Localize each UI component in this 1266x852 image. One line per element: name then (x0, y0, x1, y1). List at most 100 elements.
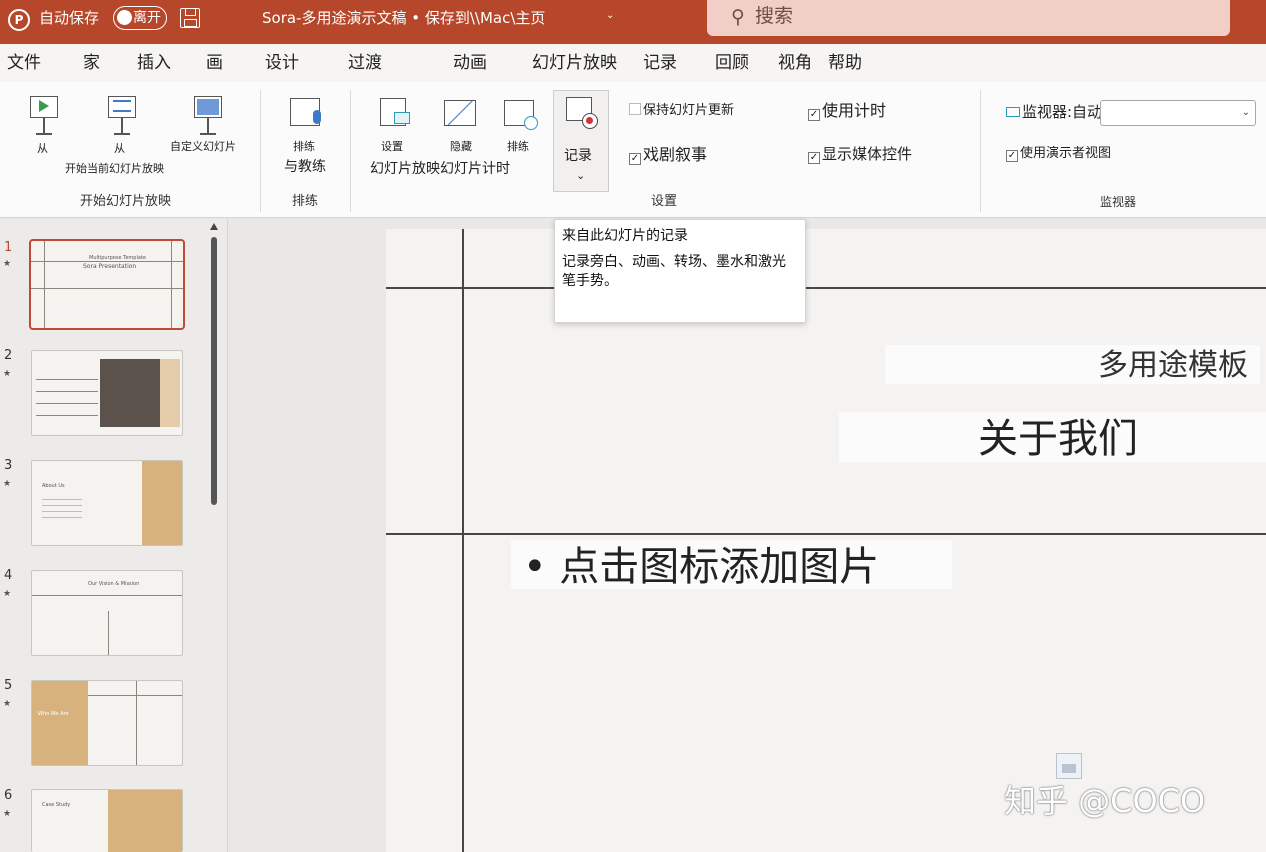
title-textbox[interactable]: 关于我们 (839, 412, 1266, 462)
slide-guide-line (462, 229, 464, 852)
clock-icon (524, 116, 538, 130)
slide-thumbnail-2[interactable] (31, 350, 183, 436)
slide-number: 4 (4, 568, 13, 583)
tab-file[interactable]: 文件 (7, 53, 41, 73)
thumb-line (36, 379, 98, 380)
search-box[interactable]: ⚲ 搜索 (707, 0, 1230, 36)
checkbox-unchecked-icon (629, 103, 641, 115)
thumb-image-block (108, 790, 182, 852)
monitor-select[interactable]: ⌄ (1100, 100, 1256, 126)
thumb-line (36, 403, 98, 404)
thumb-line (32, 595, 182, 596)
use-presenter-view-label: 使用演示者视图 (1020, 146, 1112, 161)
chevron-down-icon: ⌄ (1241, 107, 1250, 118)
slide-canvas[interactable]: 多用途模板 关于我们 • 点击图标添加图片 (386, 229, 1266, 852)
show-media-controls-label: 显示媒体控件 (822, 145, 913, 163)
keep-slides-updated-label: 保持幻灯片更新 (643, 103, 735, 118)
title-bar: P 自动保存 离开 Sora-多用途演示文稿 • 保存到\\Mac\主页 ⌄ ⚲… (0, 0, 1266, 44)
checkbox-checked-icon: ✓ (1006, 150, 1018, 162)
thumbnails-scrollbar[interactable] (209, 219, 219, 852)
set-up-slide-show-button[interactable]: 设置 (372, 94, 416, 164)
scroll-up-arrow-icon[interactable] (210, 223, 218, 230)
tab-slide-show[interactable]: 幻灯片放映 (532, 53, 617, 73)
tab-review[interactable]: 回顾 (715, 53, 749, 73)
powerpoint-logo-icon: P (8, 9, 30, 31)
with-coach-label: 与教练 (284, 159, 326, 175)
record-button[interactable]: 记录 ⌄ (553, 90, 609, 192)
content-textbox[interactable]: • 点击图标添加图片 (511, 540, 952, 590)
slide-thumbnail-6[interactable]: Case Study (31, 789, 183, 852)
tooltip-body: 记录旁白、动画、转场、墨水和激光笔手势。 (562, 254, 786, 289)
hide-label: 隐藏 (450, 140, 472, 153)
rehearse-timings-button[interactable]: 排练 (500, 94, 544, 164)
tab-animations[interactable]: 动画 (453, 53, 487, 73)
slide-thumbnail-5[interactable]: Who We Are (31, 680, 183, 766)
setup-group-label: 设置 (651, 194, 678, 209)
subtitle-textbox[interactable]: 多用途模板 (885, 345, 1260, 384)
toggle-knob (117, 10, 132, 25)
thumb-image-block (100, 359, 160, 427)
tab-draw[interactable]: 画 (206, 53, 223, 73)
tab-transitions[interactable]: 过渡 (348, 53, 382, 73)
thumb-line (36, 391, 98, 392)
thumb-line (42, 505, 82, 506)
thumb-text: About Us (42, 483, 65, 489)
monitor-icon (1006, 107, 1020, 117)
thumb-line (31, 288, 183, 289)
from-current-button[interactable]: 从 开始当前幻灯片放映 (62, 92, 182, 178)
keep-slides-updated-checkbox[interactable]: 保持幻灯片更新 (629, 102, 734, 120)
insert-picture-icon[interactable] (1056, 753, 1082, 779)
record-dot-icon (582, 113, 598, 129)
document-title: Sora-多用途演示文稿 • 保存到\\Mac\主页 (262, 9, 546, 27)
show-media-controls-checkbox[interactable]: ✓ 显示媒体控件 (808, 145, 912, 164)
tab-view[interactable]: 视角 (778, 53, 812, 73)
timings-label: 排练 (507, 140, 529, 153)
slide-thumbnails-panel: 1 ★ Multipurpose Template Sora Presentat… (0, 219, 228, 852)
scrollbar-thumb[interactable] (211, 237, 217, 505)
autosave-toggle[interactable]: 离开 (113, 6, 167, 30)
slide-thumbnail-3[interactable]: About Us (31, 460, 183, 546)
thumb-line (44, 241, 45, 328)
title-chevron-down-icon[interactable]: ⌄ (606, 10, 614, 21)
thumb-image-block (32, 681, 88, 765)
monitor-label: 监视器:自动 (1006, 103, 1102, 121)
star-icon: ★ (3, 259, 12, 269)
thumb-line (171, 241, 172, 328)
save-icon[interactable] (180, 8, 200, 28)
play-from-start-icon (26, 94, 62, 136)
slide-number: 2 (4, 348, 13, 363)
play-narrations-label: 戏剧叙事 (643, 145, 708, 164)
use-timings-checkbox[interactable]: ✓ 使用计时 (808, 102, 886, 121)
hide-slide-button[interactable]: 隐藏 (440, 94, 484, 164)
thumb-text: Case Study (42, 802, 71, 808)
record-tooltip: 来自此幻灯片的记录 记录旁白、动画、转场、墨水和激光笔手势。 (554, 219, 806, 323)
tab-record[interactable]: 记录 (643, 53, 677, 73)
record-chevron-down-icon[interactable]: ⌄ (576, 169, 585, 183)
star-icon: ★ (3, 809, 12, 819)
play-narrations-checkbox[interactable]: ✓ 戏剧叙事 (629, 146, 707, 165)
autosave-label: 自动保存 (39, 9, 100, 27)
separator (260, 90, 261, 212)
slide-guide-line (386, 287, 1266, 289)
custom-slide-show-label: 自定义幻灯片 (170, 140, 236, 153)
rehearse-with-coach-button[interactable]: 排练 与教练 (280, 94, 330, 178)
from-current-sublabel: 开始当前幻灯片放映 (65, 162, 164, 175)
use-presenter-view-checkbox[interactable]: ✓ 使用演示者视图 (1006, 145, 1111, 163)
star-icon: ★ (3, 589, 12, 599)
thumb-line (136, 681, 137, 765)
checkbox-checked-icon: ✓ (808, 109, 820, 121)
autosave-toggle-label: 离开 (133, 10, 161, 26)
tab-home[interactable]: 家 (83, 53, 100, 73)
custom-show-icon (190, 94, 226, 136)
slide-thumbnail-1[interactable]: Multipurpose Template Sora Presentation (29, 239, 185, 330)
star-icon: ★ (3, 479, 12, 489)
tab-design[interactable]: 设计 (265, 53, 299, 73)
custom-slide-show-button[interactable]: 自定义幻灯片 (168, 92, 248, 162)
slide-subtitle: 多用途模板 (1098, 348, 1248, 383)
tab-help[interactable]: 帮助 (828, 53, 862, 73)
slide-thumbnail-4[interactable]: Our Vision & Mission (31, 570, 183, 656)
search-placeholder: 搜索 (755, 5, 794, 27)
slide-number: 1 (4, 240, 13, 255)
tab-insert[interactable]: 插入 (137, 53, 171, 73)
thumb-text: Our Vision & Mission (88, 581, 140, 587)
